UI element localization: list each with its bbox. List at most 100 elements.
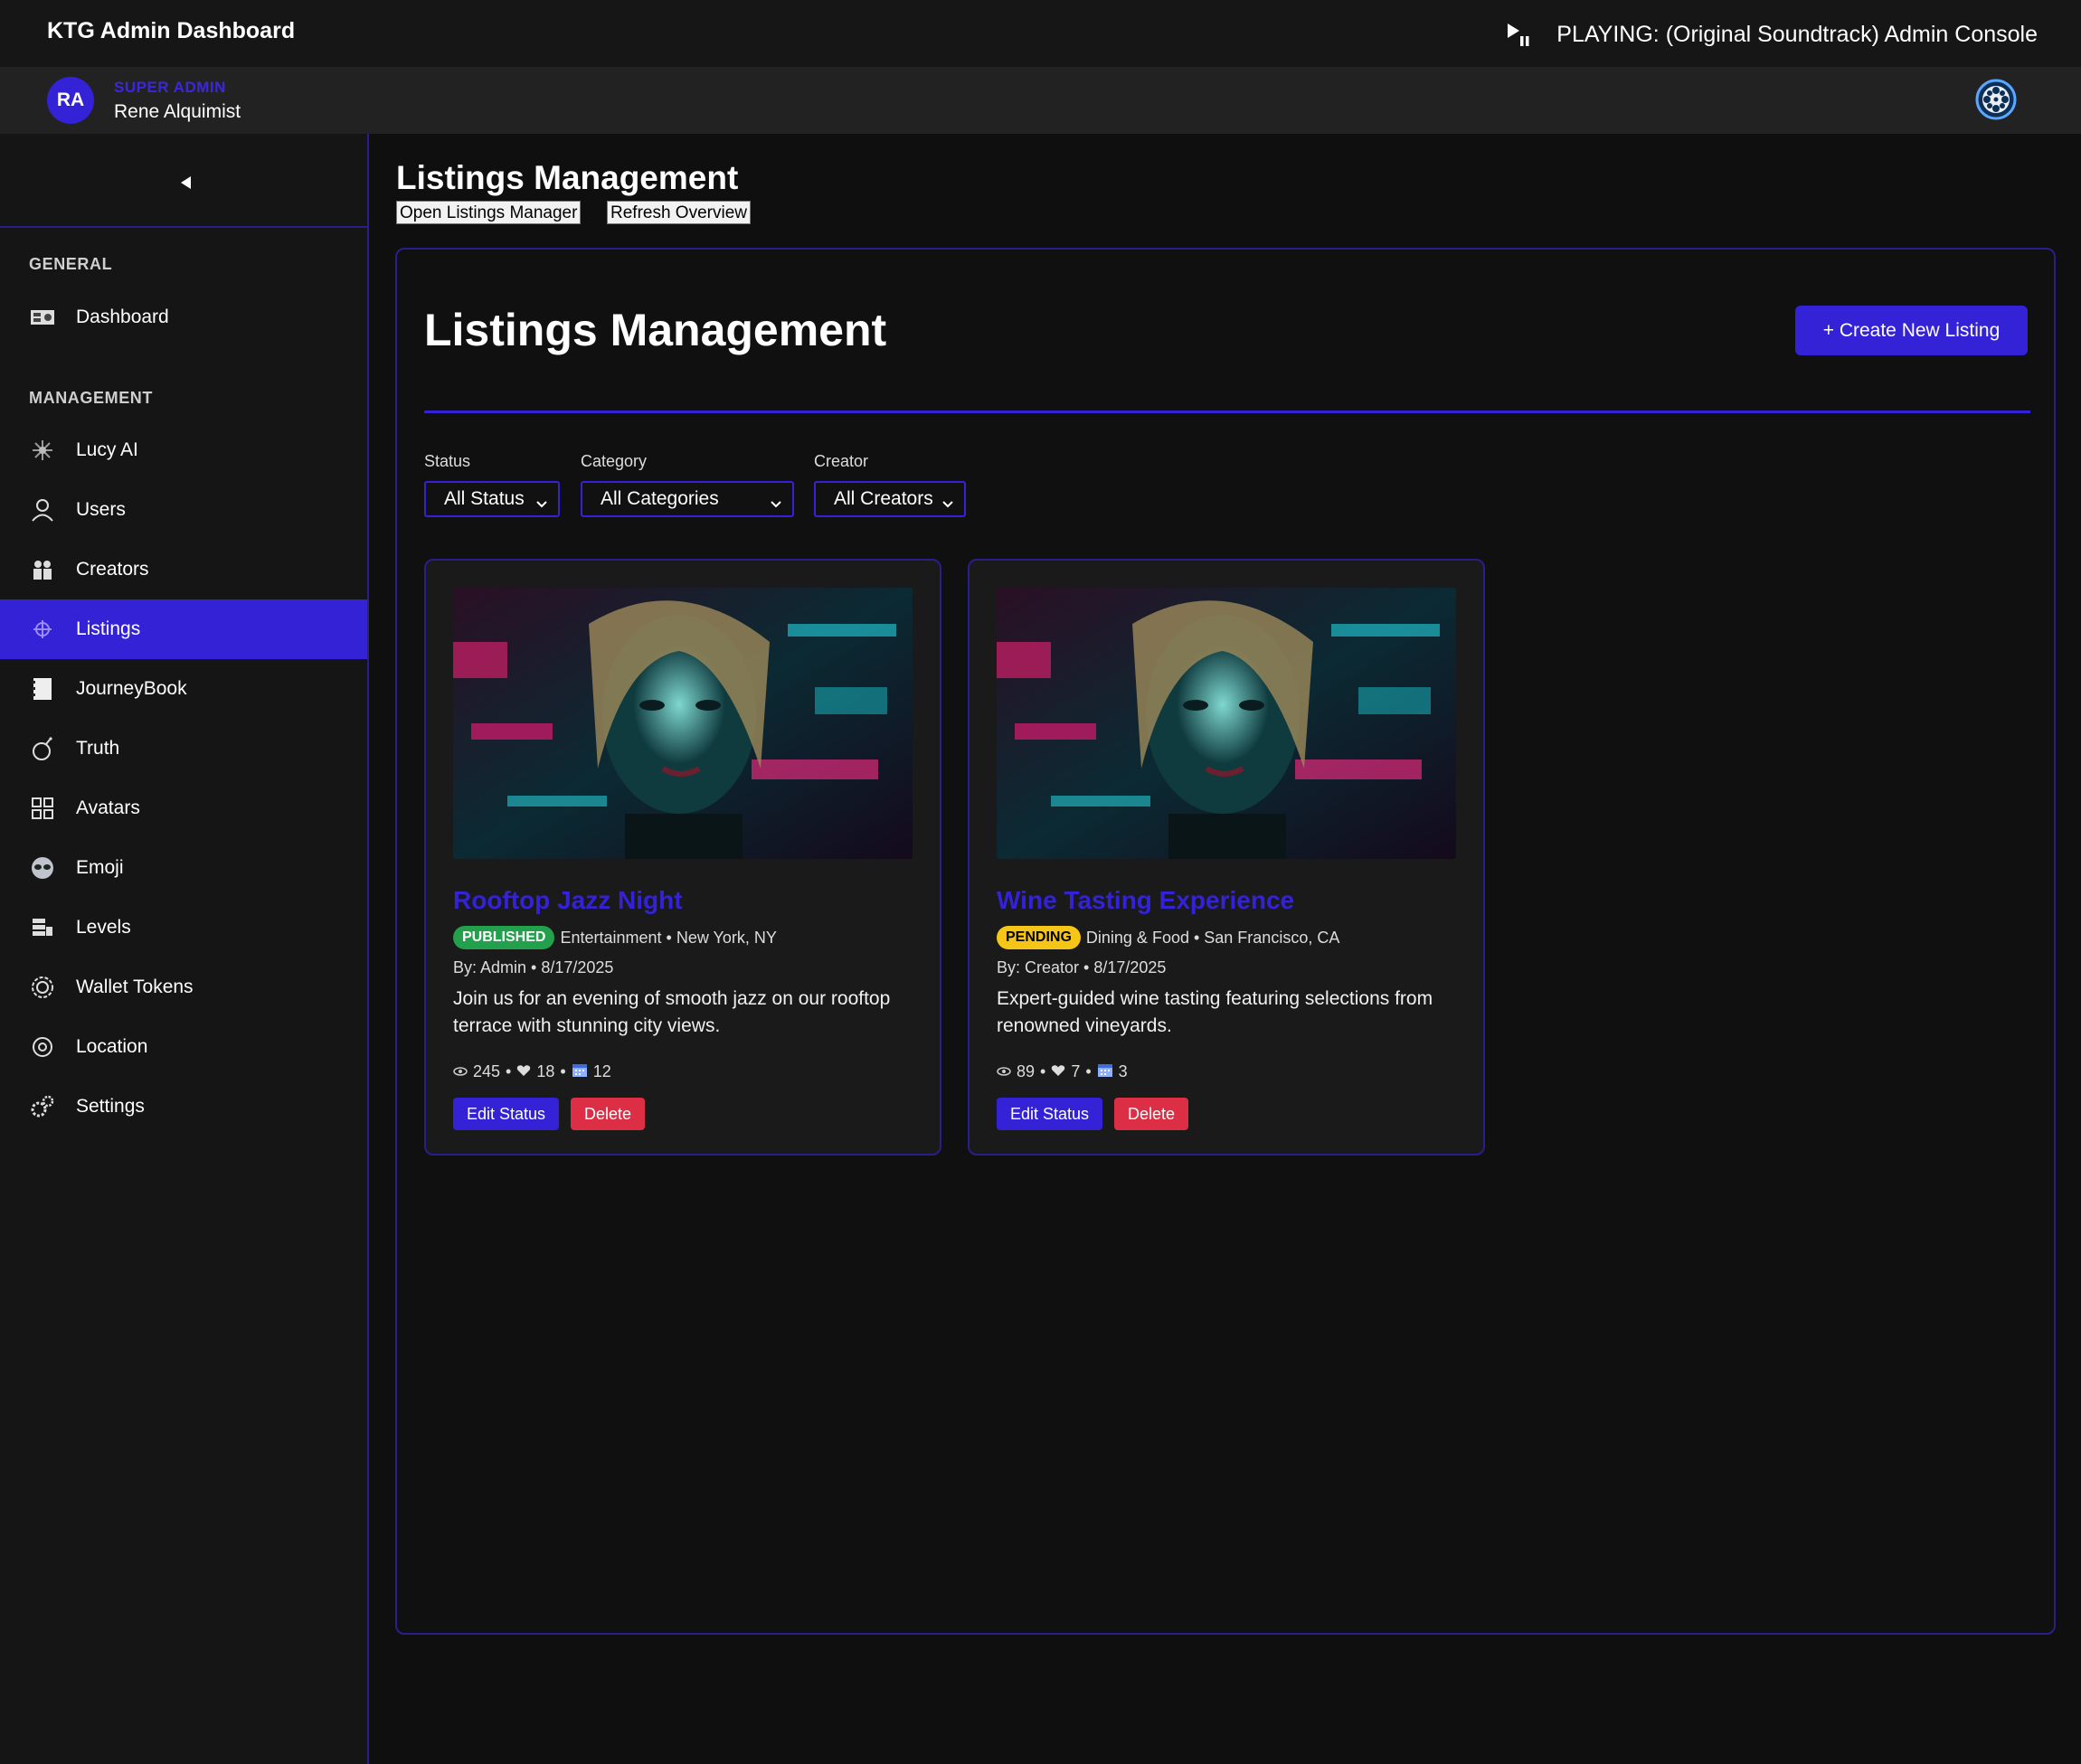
listing-category-location: Dining & Food • San Francisco, CA: [1085, 928, 1340, 947]
listings-panel: Listings Management + Create New Listing…: [395, 248, 2056, 1635]
separator-dot: •: [506, 1062, 512, 1080]
panel-title: Listings Management: [424, 305, 887, 355]
sidebar-item-emoji[interactable]: Emoji: [0, 838, 367, 898]
user-role: SUPER ADMIN: [114, 79, 226, 96]
play-pause-icon[interactable]: [1504, 20, 1533, 49]
calendar-icon: [1097, 1061, 1113, 1082]
views-count: 89: [1017, 1062, 1036, 1080]
sparkle-icon: [29, 437, 56, 464]
sidebar-item-dashboard[interactable]: Dashboard: [0, 288, 367, 347]
sidebar-item-label: Listings: [76, 618, 141, 639]
chevron-down-icon: [536, 494, 547, 508]
app-title: KTG Admin Dashboard: [47, 18, 296, 43]
sidebar-item-label: Wallet Tokens: [76, 976, 194, 997]
status-filter-label: Status: [424, 452, 471, 470]
sidebar-item-creators[interactable]: Creators: [0, 540, 367, 599]
heart-icon: [1051, 1062, 1065, 1081]
user-bar: RA SUPER ADMIN Rene Alquimist: [0, 67, 2081, 134]
status-badge: PUBLISHED: [453, 926, 555, 949]
sidebar-divider: [0, 226, 367, 228]
gears-icon: [29, 1093, 56, 1120]
sidebar-item-settings[interactable]: Settings: [0, 1077, 367, 1137]
listing-stats: 245 • 18 • 12: [453, 1061, 611, 1082]
stack-icon: [29, 914, 56, 941]
sidebar-item-location[interactable]: Location: [0, 1017, 367, 1077]
target-icon: [29, 616, 56, 643]
chevron-down-icon: [771, 494, 781, 508]
avatar[interactable]: RA: [47, 77, 94, 124]
user-icon: [29, 496, 56, 524]
gear-token-icon: [29, 974, 56, 1001]
listing-meta: PUBLISHED Entertainment • New York, NY: [453, 926, 777, 949]
edit-status-button[interactable]: Edit Status: [453, 1098, 560, 1130]
views-count: 245: [473, 1062, 501, 1080]
status-filter-value: All Status: [444, 488, 525, 509]
listing-title[interactable]: Rooftop Jazz Night: [453, 886, 683, 915]
refresh-overview-button[interactable]: Refresh Overview: [607, 201, 751, 224]
location-icon: [29, 1033, 56, 1061]
sidebar-item-label: Emoji: [76, 857, 124, 878]
listing-card: Wine Tasting Experience PENDING Dining &…: [968, 559, 1485, 1156]
page-title: Listings Management: [396, 159, 739, 196]
sidebar-item-label: Levels: [76, 917, 131, 938]
now-playing-text: PLAYING: (Original Soundtrack) Admin Con…: [1556, 21, 2038, 47]
create-listing-button[interactable]: + Create New Listing: [1795, 306, 2028, 355]
sidebar-item-label: Location: [76, 1036, 148, 1057]
sidebar: GENERAL Dashboard MANAGEMENT Lucy AI Use…: [0, 134, 369, 1764]
sidebar-item-journeybook[interactable]: JourneyBook: [0, 659, 367, 719]
listing-card: Rooftop Jazz Night PUBLISHED Entertainme…: [424, 559, 941, 1156]
section-label-general: GENERAL: [29, 255, 113, 273]
sidebar-item-label: Dashboard: [76, 307, 169, 327]
listing-meta: PENDING Dining & Food • San Francisco, C…: [997, 926, 1339, 949]
listing-author-date: By: Admin • 8/17/2025: [453, 958, 614, 976]
separator-dot: •: [560, 1062, 566, 1080]
status-filter-select[interactable]: All Status: [424, 481, 560, 517]
listing-image: [453, 588, 913, 859]
listing-category-location: Entertainment • New York, NY: [560, 928, 777, 947]
sidebar-item-listings[interactable]: Listings: [0, 599, 367, 659]
sidebar-item-truth[interactable]: Truth: [0, 719, 367, 778]
sidebar-item-avatars[interactable]: Avatars: [0, 778, 367, 838]
grid-icon: [29, 795, 56, 822]
sidebar-item-levels[interactable]: Levels: [0, 898, 367, 957]
edit-status-button[interactable]: Edit Status: [997, 1098, 1103, 1130]
delete-button[interactable]: Delete: [1114, 1098, 1189, 1130]
bookings-count: 3: [1118, 1062, 1128, 1080]
likes-count: 18: [536, 1062, 555, 1080]
listing-description: Join us for an evening of smooth jazz on…: [453, 988, 891, 1036]
listing-stats: 89 • 7 • 3: [997, 1061, 1128, 1082]
category-filter-select[interactable]: All Categories: [581, 481, 794, 517]
listing-title[interactable]: Wine Tasting Experience: [997, 886, 1294, 915]
creator-filter-label: Creator: [814, 452, 869, 470]
sidebar-item-label: Creators: [76, 559, 149, 580]
eye-icon: [997, 1062, 1011, 1081]
dashboard-icon: [29, 304, 56, 331]
panel-divider: [424, 410, 2030, 413]
music-player[interactable]: PLAYING: (Original Soundtrack) Admin Con…: [1504, 16, 2038, 52]
top-bar: KTG Admin Dashboard PLAYING: (Original S…: [0, 0, 2081, 67]
sidebar-item-label: Truth: [76, 738, 120, 759]
eye-icon: [453, 1062, 468, 1081]
sidebar-item-label: Settings: [76, 1096, 145, 1117]
status-badge: PENDING: [997, 926, 1081, 949]
category-filter-label: Category: [581, 452, 648, 470]
open-listings-manager-button[interactable]: Open Listings Manager: [396, 201, 582, 224]
book-icon: [29, 675, 56, 703]
sidebar-item-users[interactable]: Users: [0, 480, 367, 540]
sidebar-item-lucy-ai[interactable]: Lucy AI: [0, 420, 367, 480]
category-filter-value: All Categories: [601, 488, 719, 509]
bomb-icon: [29, 735, 56, 762]
chevron-down-icon: [942, 494, 953, 508]
sidebar-item-label: Users: [76, 499, 126, 520]
sidebar-item-wallet-tokens[interactable]: Wallet Tokens: [0, 957, 367, 1017]
film-reel-icon[interactable]: [1974, 78, 2018, 121]
creator-filter-value: All Creators: [834, 488, 933, 509]
delete-button[interactable]: Delete: [571, 1098, 646, 1130]
listing-author-date: By: Creator • 8/17/2025: [997, 958, 1167, 976]
creator-filter-select[interactable]: All Creators: [814, 481, 966, 517]
separator-dot: •: [1040, 1062, 1046, 1080]
heart-icon: [516, 1062, 531, 1081]
bookings-count: 12: [592, 1062, 611, 1080]
alien-icon: [29, 854, 56, 882]
collapse-sidebar-icon[interactable]: [177, 174, 195, 192]
